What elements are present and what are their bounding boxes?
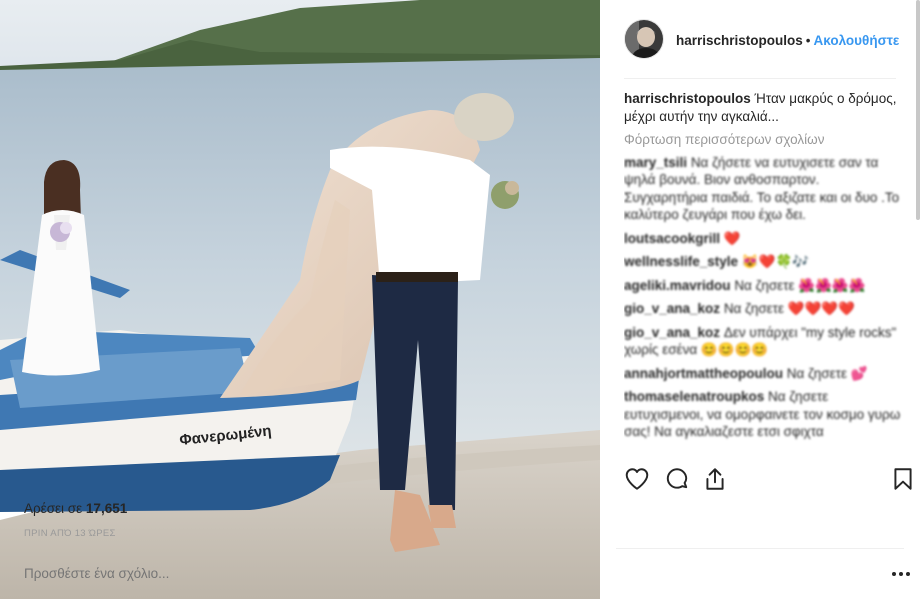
follow-button[interactable]: Ακολουθήστε bbox=[814, 33, 900, 48]
comment-item: ageliki.mavridou Να ζησετε 🌺🌺🌺🌺 bbox=[624, 277, 904, 295]
caption-username[interactable]: harrischristopoulos bbox=[624, 91, 751, 106]
comment-username[interactable]: wellnesslife_style bbox=[624, 254, 738, 269]
comment-text: Να ζησετε 💕 bbox=[786, 365, 868, 381]
post-header: harrischristopoulos • Ακολουθήστε bbox=[600, 0, 920, 79]
avatar-image bbox=[625, 20, 663, 58]
comment-text: Να ζησετε ❤️❤️❤️❤️ bbox=[723, 301, 856, 316]
comment-item: wellnesslife_style 😻❤️🍀🎶 bbox=[624, 253, 904, 271]
comment-icon[interactable] bbox=[664, 466, 690, 492]
header-divider bbox=[624, 78, 896, 79]
page-scrollbar[interactable] bbox=[916, 0, 920, 220]
heart-icon[interactable] bbox=[624, 466, 650, 492]
comment-item: loutsacookgrill ❤️ bbox=[624, 230, 904, 248]
likes-number: 17,651 bbox=[85, 501, 128, 516]
avatar[interactable] bbox=[624, 19, 664, 59]
comment-username[interactable]: gio_v_ana_koz bbox=[624, 301, 720, 316]
comment-username[interactable]: gio_v_ana_koz bbox=[624, 325, 720, 340]
comment-item: gio_v_ana_koz Δεν υπάρχει "my style rock… bbox=[624, 324, 904, 359]
comment-item: mary_tsili Να ζήσετε να ευτυχισετε σαν τ… bbox=[624, 154, 904, 224]
comment-username[interactable]: mary_tsili bbox=[624, 155, 687, 170]
comment-username[interactable]: ageliki.mavridou bbox=[624, 278, 731, 293]
more-options-icon[interactable] bbox=[890, 566, 912, 582]
comment-username[interactable]: annahjortmattheopoulou bbox=[624, 366, 783, 381]
load-more-comments-button[interactable]: Φόρτωση περισσότερων σχολίων bbox=[624, 131, 904, 149]
comment-text: Να ζησετε 🌺🌺🌺🌺 bbox=[734, 277, 866, 293]
comments-list[interactable]: harrischristopoulos Ήταν μακρύς ο δρόμος… bbox=[624, 90, 904, 458]
post-header-text: harrischristopoulos • Ακολουθήστε bbox=[676, 33, 899, 48]
username-link[interactable]: harrischristopoulos bbox=[676, 33, 803, 48]
comment-item: thomaselenatroupkos Να ζησετε ευτυχισμεν… bbox=[624, 388, 904, 441]
input-divider bbox=[616, 548, 904, 549]
add-comment-input[interactable] bbox=[24, 566, 274, 581]
separator-dot: • bbox=[805, 33, 811, 48]
share-icon[interactable] bbox=[702, 466, 728, 492]
post-timestamp[interactable]: ΠΡΙΝ ΑΠΌ 13 ΏΡΕΣ bbox=[24, 528, 116, 539]
bookmark-icon[interactable] bbox=[890, 466, 916, 492]
post-caption: harrischristopoulos Ήταν μακρύς ο δρόμος… bbox=[624, 90, 904, 125]
post-side-panel: harrischristopoulos • Ακολουθήστε harrisch… bbox=[600, 0, 920, 599]
likes-label: Αρέσει σε bbox=[24, 501, 83, 516]
comment-username[interactable]: loutsacookgrill bbox=[624, 231, 720, 246]
likes-count[interactable]: Αρέσει σε 17,651 bbox=[24, 501, 127, 516]
comment-item: annahjortmattheopoulou Να ζησετε 💕 bbox=[624, 365, 904, 383]
comment-item: gio_v_ana_koz Να ζησετε ❤️❤️❤️❤️ bbox=[624, 300, 904, 318]
post-actions-bar bbox=[624, 466, 920, 496]
comment-text: 😻❤️🍀🎶 bbox=[741, 254, 810, 269]
comment-username[interactable]: thomaselenatroupkos bbox=[624, 389, 764, 404]
comment-text: ❤️ bbox=[723, 230, 741, 246]
